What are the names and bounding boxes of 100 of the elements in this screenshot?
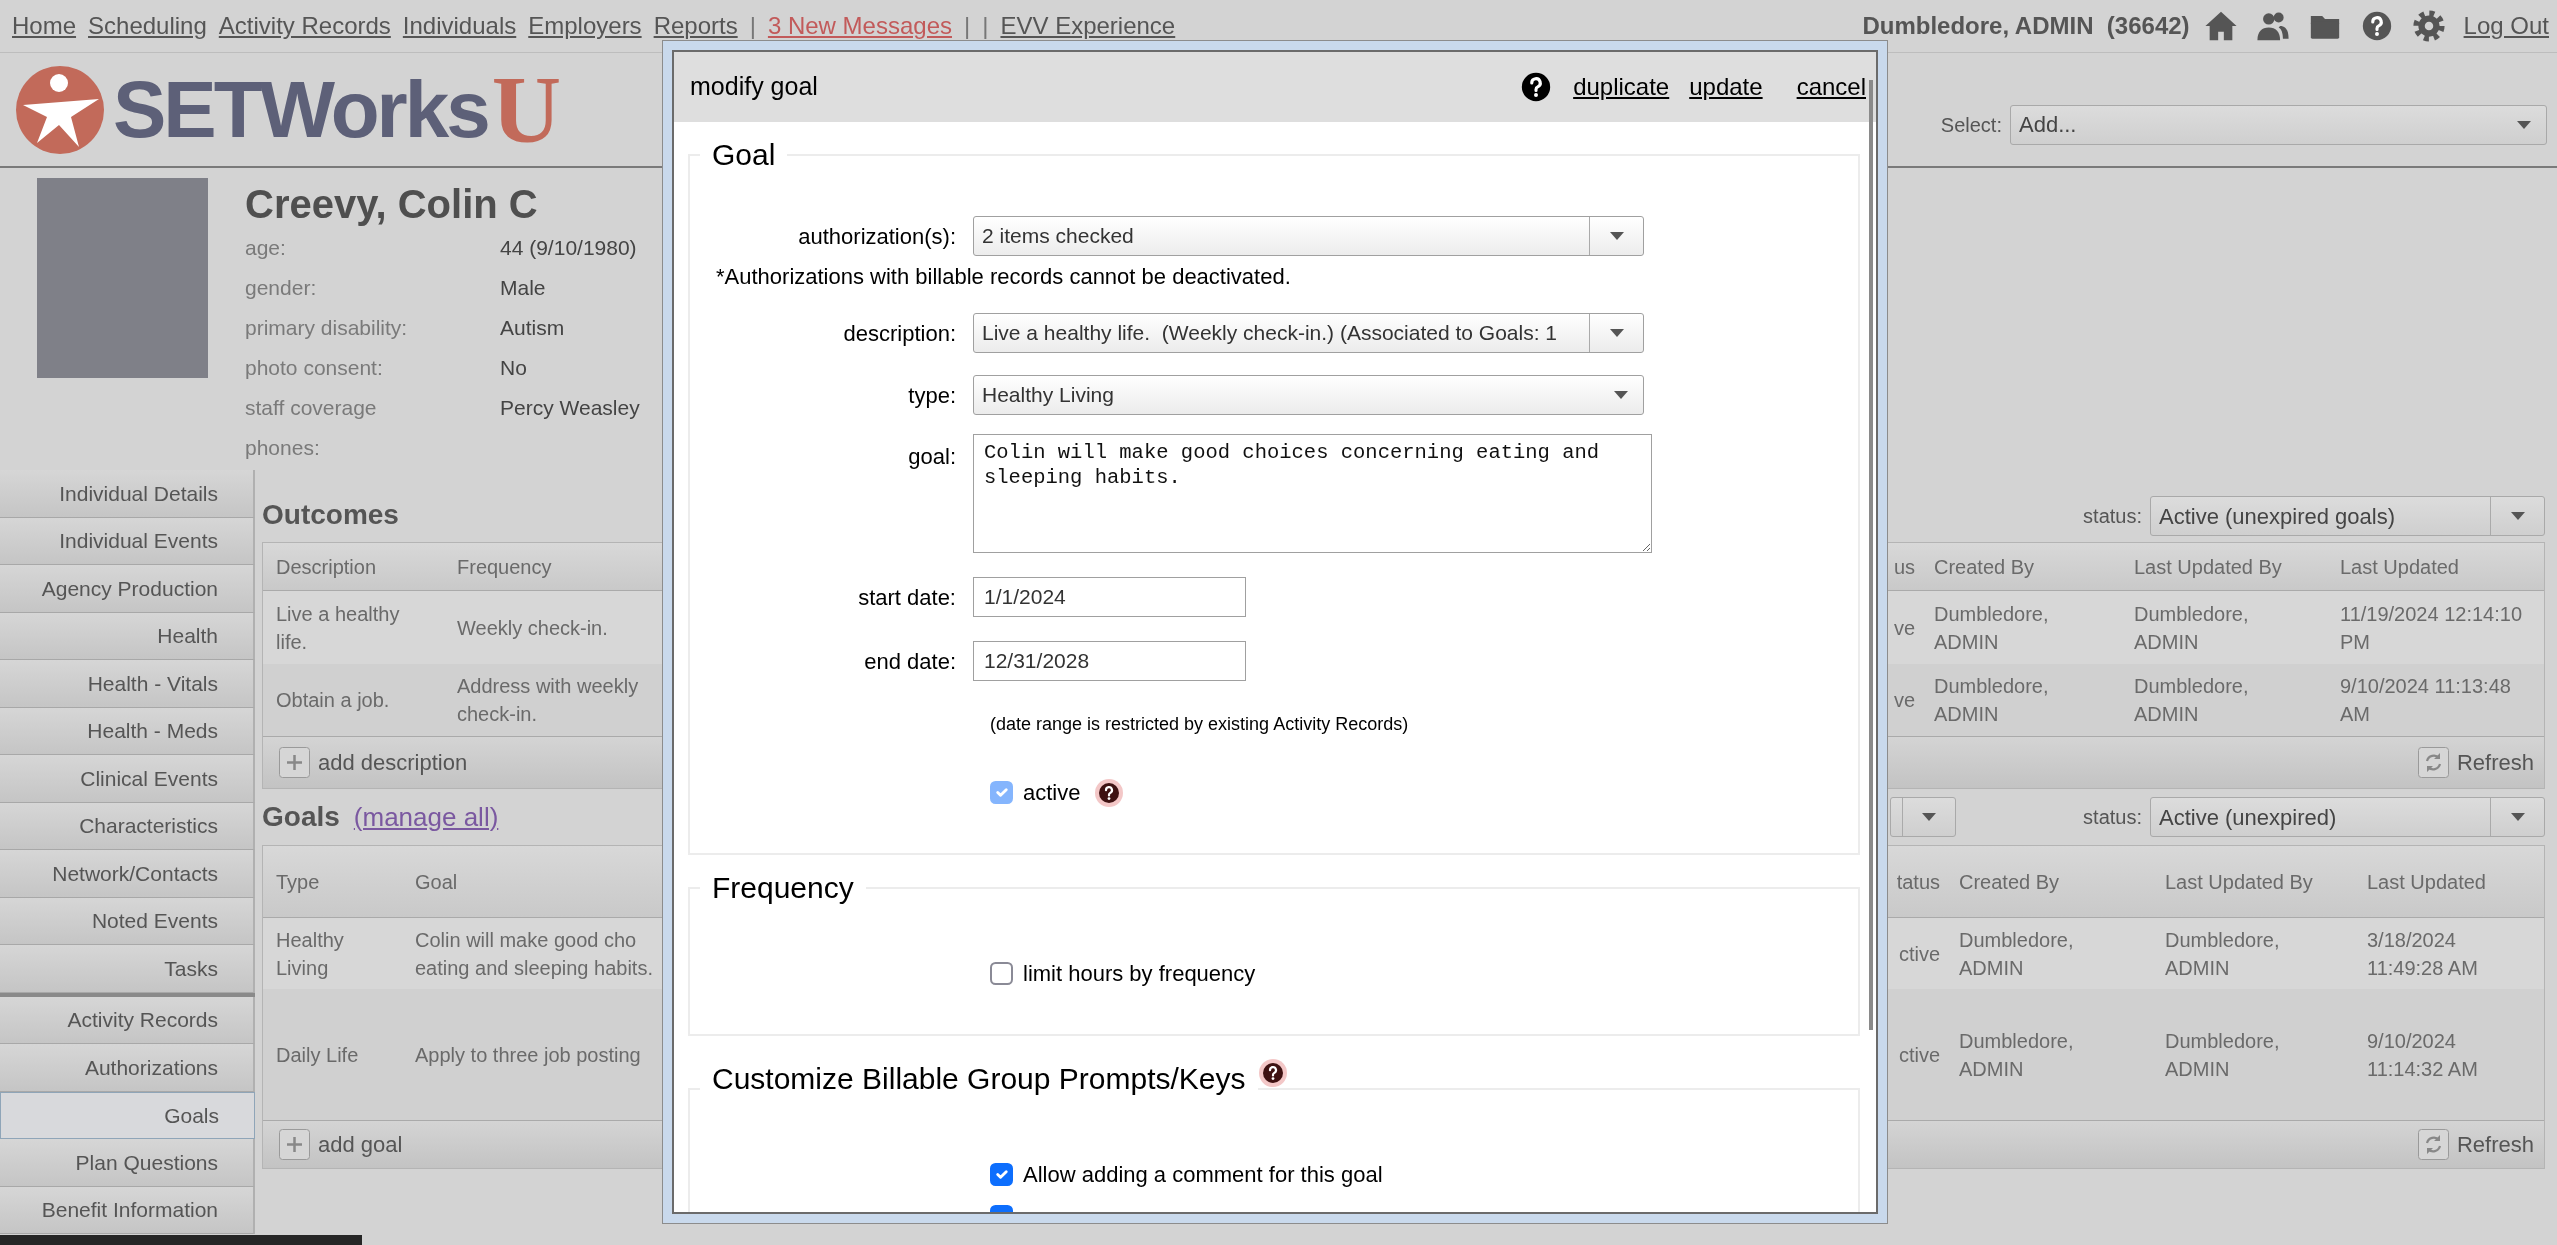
table-cell-text: Dumbledore, ADMIN [1933, 674, 2050, 727]
plus-icon [279, 1129, 310, 1160]
table-cell-text: 9/10/2024 11:13:48 AM [2339, 674, 2512, 727]
field-label: end date: [863, 647, 957, 676]
caret-icon [2516, 119, 2532, 130]
sidebar-item[interactable]: Clinical Events [0, 755, 255, 803]
column-header: tatus [1895, 869, 1941, 895]
settings-icon[interactable] [2411, 9, 2446, 43]
table-cell-text: ctive [1897, 1042, 1941, 1068]
action-link[interactable]: update [1689, 69, 1763, 105]
note-text: *Authorizations with billable records cannot be deactivated. [715, 263, 1291, 291]
table-cell-text: 3/18/2024 11:49:28 AM [2366, 927, 2479, 981]
field-label: photo consent: [245, 355, 384, 382]
add-button[interactable]: add description [279, 746, 468, 779]
nav-link[interactable]: Home [12, 8, 77, 44]
status-label: status: [2083, 805, 2142, 830]
nav-link[interactable]: Reports [653, 8, 738, 44]
checkbox[interactable] [990, 962, 1013, 985]
column-header: Frequency [456, 554, 553, 580]
refresh-button[interactable]: Refresh [2417, 746, 2534, 779]
table-cell-text: ve [1892, 615, 1916, 641]
goal-textarea[interactable]: Colin will make good choices concerning eating and sleeping habits. [973, 434, 1652, 553]
status-select[interactable]: Active (unexpired goals) [2150, 496, 2545, 536]
add-select[interactable]: Add... [2010, 104, 2547, 145]
table-cell-text: Address with weekly check-in. [456, 674, 640, 727]
table-cell-text: Daily Life [275, 1042, 360, 1068]
field-value: Male [500, 275, 546, 302]
nav-link[interactable]: Individuals [402, 8, 517, 44]
status-select[interactable]: Active (unexpired) [2150, 797, 2545, 837]
dropdown-field[interactable]: Healthy Living [973, 375, 1644, 415]
sidebar-item[interactable]: Health - Vitals [0, 660, 255, 708]
date-field[interactable]: 12/31/2028 [973, 641, 1246, 681]
column-header: Last Updated [2339, 554, 2460, 580]
action-link[interactable]: cancel [1796, 69, 1866, 105]
column-header: Created By [1958, 869, 2061, 895]
sidebar-item[interactable]: Benefit Information [0, 1186, 255, 1234]
date-field[interactable]: 1/1/2024 [973, 577, 1246, 617]
caret-icon [1613, 390, 1629, 400]
sidebar-item[interactable]: Network/Contacts [0, 850, 255, 898]
nav-link[interactable]: Scheduling [88, 8, 207, 44]
checkbox[interactable] [990, 1163, 1013, 1186]
sidebar-item[interactable]: Health [0, 612, 255, 660]
home-icon[interactable] [2203, 9, 2238, 43]
table-cell-text: Obtain a job. [275, 688, 391, 713]
checkbox-label: active [1023, 779, 1081, 807]
dropdown-field[interactable]: Live a healthy life. (Weekly check-in.) (Associated to Goals: 1 [973, 313, 1644, 353]
refresh-button[interactable]: Refresh [2417, 1128, 2534, 1161]
caret-icon [2509, 511, 2526, 521]
table-cell-text: Healthy Living [275, 927, 345, 981]
help-icon[interactable] [1257, 1058, 1288, 1088]
field-label: primary disability: [245, 315, 409, 342]
individual-name: Creevy, Colin C [245, 181, 539, 228]
user-name: Dumbledore, ADMIN (36642) [1862, 11, 2190, 41]
field-label: description: [842, 319, 957, 348]
field-label: goal: [907, 443, 957, 471]
table-cell-text: Weekly check-in. [456, 615, 609, 641]
sidebar-item[interactable]: Agency Production [0, 565, 255, 613]
sidebar-item[interactable]: Tasks [0, 945, 255, 993]
caret-icon [1608, 328, 1625, 338]
add-button[interactable]: add goal [279, 1128, 403, 1161]
checkbox-label: limit hours by frequency [1023, 960, 1256, 988]
section-title: Goals [262, 800, 340, 834]
nav-link[interactable]: Activity Records [218, 8, 391, 44]
field-label: type: [907, 381, 957, 410]
sidebar-item[interactable]: Authorizations [0, 1044, 255, 1092]
field-value: Percy Weasley [500, 395, 640, 422]
sidebar-item[interactable]: Individual Details [0, 470, 255, 518]
table-cell-text: Dumbledore, ADMIN [2164, 1028, 2281, 1082]
messages-link[interactable]: 3 New Messages [767, 8, 952, 44]
nav-link[interactable]: EVV Experience [1000, 8, 1176, 44]
manage-all-link[interactable]: (manage all) [353, 797, 499, 837]
refresh-icon [2417, 747, 2449, 778]
action-link[interactable]: duplicate [1573, 69, 1670, 105]
logout-link[interactable]: Log Out [2463, 8, 2549, 44]
sidebar-item[interactable]: Goals [0, 1091, 255, 1139]
refresh-icon [2417, 1129, 2449, 1160]
table-cell-text: Dumbledore, ADMIN [1958, 927, 2075, 981]
sidebar-item[interactable]: Plan Questions [0, 1139, 255, 1187]
sidebar-item[interactable]: Characteristics [0, 802, 255, 850]
table-cell-text: Dumbledore, ADMIN [2133, 601, 2250, 655]
dropdown-select[interactable] [1890, 797, 1957, 837]
column-header: Goal [414, 869, 459, 895]
column-header: Last Updated By [2133, 554, 2283, 580]
scrollbar-thumb[interactable] [1869, 80, 1873, 1030]
sidebar-item[interactable]: Noted Events [0, 897, 255, 945]
field-value: 44 (9/10/1980) [500, 235, 637, 262]
field-label: authorization(s): [797, 222, 957, 251]
column-header: Last Updated By [2164, 869, 2314, 895]
sidebar-item[interactable]: Health - Meds [0, 707, 255, 755]
plus-icon [279, 747, 310, 778]
nav-link[interactable]: Employers [528, 8, 642, 44]
column-header: us [1892, 554, 1916, 580]
table-cell-text: Colin will make good cho eating and sleeping habits. [414, 927, 654, 981]
caret-icon [1608, 231, 1625, 241]
column-header: Last Updated [2366, 869, 2487, 895]
sidebar-item[interactable]: Individual Events [0, 517, 255, 565]
sidebar-item[interactable]: Activity Records [0, 996, 255, 1044]
dropdown-field[interactable]: 2 items checked [973, 216, 1644, 256]
field-label: gender: [245, 275, 318, 302]
hint-text: (date range is restricted by existing Activity Records) [989, 713, 1409, 736]
